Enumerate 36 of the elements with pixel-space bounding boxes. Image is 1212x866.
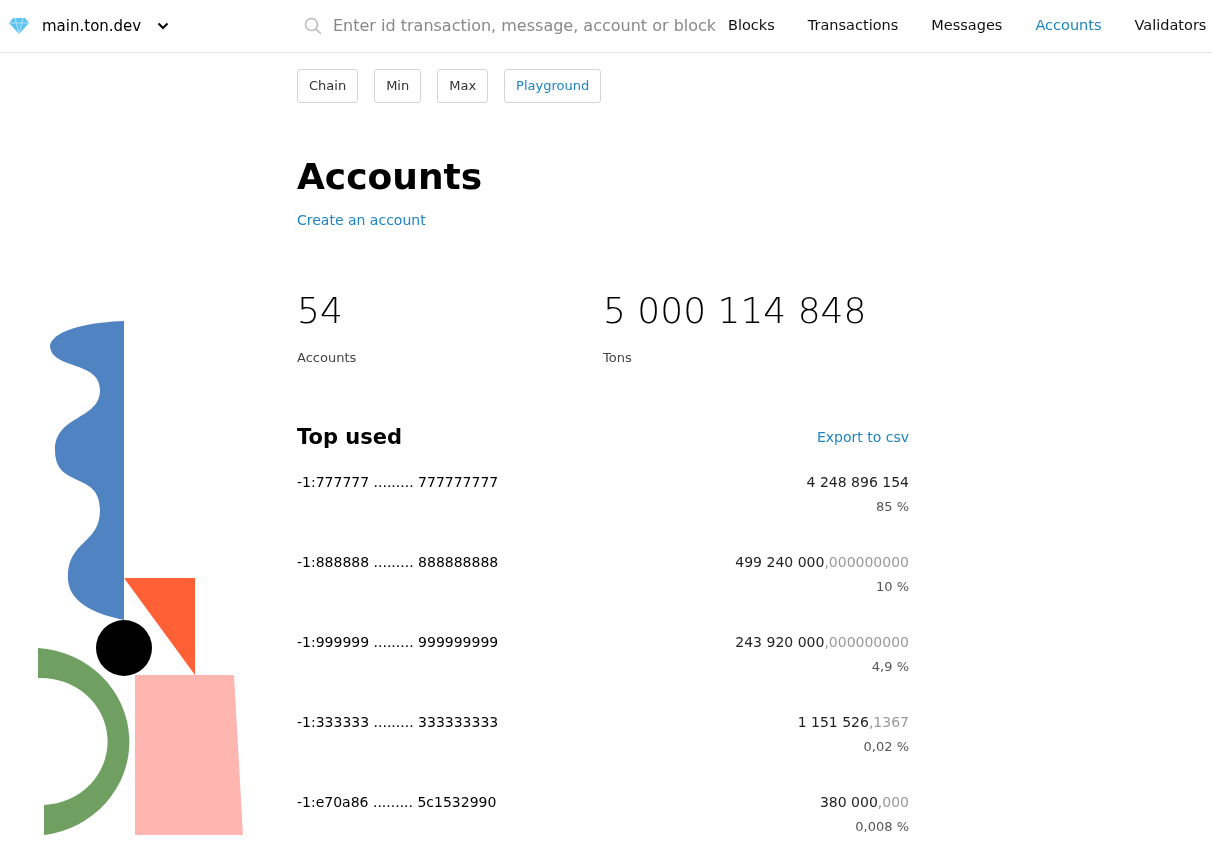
- network-name: main.ton.dev: [42, 15, 142, 37]
- account-address[interactable]: -1:333333 ......... 333333333: [297, 712, 499, 734]
- percent: 4,9 %: [871, 658, 909, 677]
- nav-link[interactable]: Validators: [1134, 15, 1207, 37]
- export-link[interactable]: Export to csv: [816, 427, 909, 449]
- amount: 243 920 000,000000000: [735, 633, 909, 653]
- filter-button[interactable]: Playground: [504, 69, 602, 103]
- stat-label: Tons: [603, 348, 633, 367]
- nav-link[interactable]: Transactions: [807, 15, 899, 37]
- stat-value: 54: [297, 292, 344, 329]
- percent: 0,02 %: [863, 738, 909, 757]
- search-icon: [304, 17, 322, 35]
- filter-button[interactable]: Min: [374, 69, 422, 103]
- percent: 0,008 %: [855, 818, 909, 837]
- amount: 499 240 000,000000000: [735, 553, 909, 573]
- amount: 4 248 896 154: [806, 473, 909, 493]
- percent: 10 %: [875, 578, 909, 597]
- stat-label: Accounts: [297, 348, 358, 367]
- account-address[interactable]: -1:777777 ......... 777777777: [297, 472, 499, 494]
- create-account-link[interactable]: Create an account: [297, 209, 426, 231]
- nav-link[interactable]: Messages: [931, 15, 1003, 37]
- page-title: Accounts: [297, 154, 484, 198]
- nav-link[interactable]: Accounts: [1035, 15, 1102, 37]
- diamond-icon: [8, 17, 30, 35]
- account-address[interactable]: -1:999999 ......... 999999999: [297, 632, 499, 654]
- stat-value: 5 000 114 848: [603, 292, 868, 329]
- amount: 380 000,000: [819, 793, 909, 813]
- section-title: Top used: [297, 425, 403, 451]
- account-address[interactable]: -1:888888 ......... 888888888: [297, 552, 499, 574]
- amount: 1 151 526,1367: [797, 713, 909, 733]
- filter-button[interactable]: Chain: [297, 69, 359, 103]
- percent: 85 %: [875, 498, 909, 517]
- chevron-down-icon[interactable]: [157, 22, 170, 30]
- nav-link[interactable]: Blocks: [728, 15, 775, 37]
- account-address[interactable]: -1:e70a86 ......... 5c1532990: [297, 792, 497, 814]
- filter-button[interactable]: Max: [437, 69, 489, 103]
